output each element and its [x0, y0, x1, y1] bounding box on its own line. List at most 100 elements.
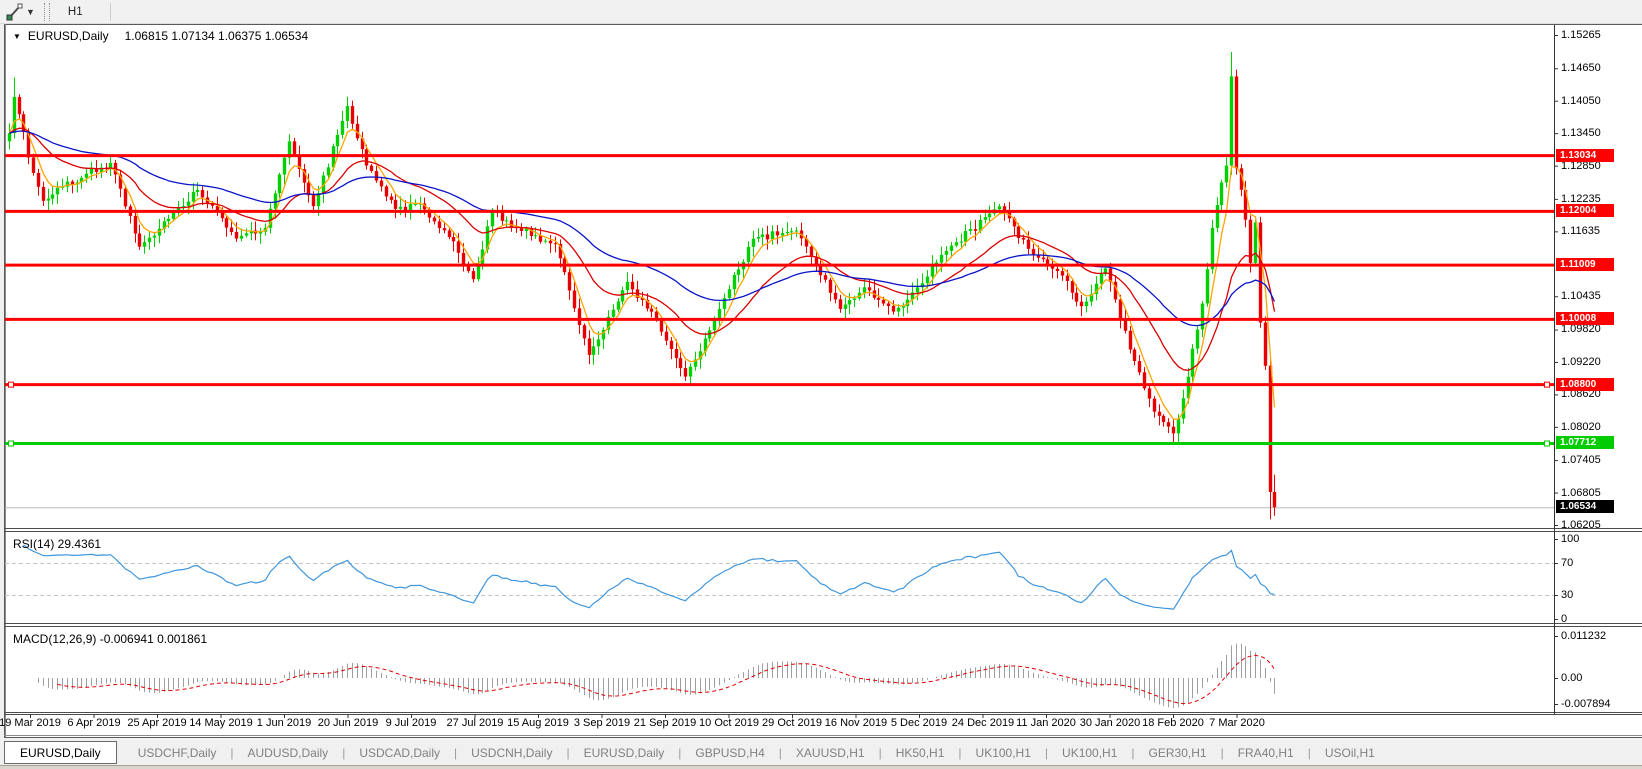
chart-canvas[interactable] [0, 0, 1642, 769]
candle-body [1129, 331, 1132, 350]
candle-body [346, 106, 349, 121]
candle-body [1201, 304, 1204, 330]
candle-body [592, 346, 595, 355]
candle-body [51, 194, 54, 198]
candle-body [1259, 222, 1262, 322]
candle-body [718, 309, 721, 319]
candle-body [192, 192, 195, 202]
candle-body [974, 229, 977, 231]
candle-body [336, 135, 339, 146]
candle-body [501, 213, 504, 221]
candle-body [583, 325, 586, 338]
symbol-tab-7-xauusd-h1[interactable]: XAUUSD,H1 [783, 741, 878, 764]
candle-body [433, 218, 436, 222]
candle-body [660, 319, 663, 331]
candle-body [984, 217, 987, 220]
candle-body [1264, 323, 1267, 366]
symbol-tab-3-usdcad-daily[interactable]: USDCAD,Daily [346, 741, 453, 764]
candle-body [1216, 205, 1219, 228]
candle-body [1056, 269, 1059, 271]
symbol-tab-1-usdchf-daily[interactable]: USDCHF,Daily [125, 741, 230, 764]
candle-body [385, 186, 388, 196]
symbol-tab-6-gbpusd-h4[interactable]: GBPUSD,H4 [682, 741, 777, 764]
candle-body [1177, 419, 1180, 434]
symbol-tab-12-fra40-h1[interactable]: FRA40,H1 [1225, 741, 1307, 764]
candle-body [810, 247, 813, 257]
candle-body [1162, 416, 1165, 422]
candle-body [1148, 388, 1151, 398]
candle-body [786, 232, 789, 233]
candle-body [13, 97, 16, 133]
candle-body [766, 234, 769, 239]
candle-body [472, 271, 475, 279]
level-handle[interactable] [1545, 441, 1550, 446]
candle-body [370, 166, 373, 171]
symbol-tab-10-uk100-h1[interactable]: UK100,H1 [1049, 741, 1130, 764]
candle-body [631, 282, 634, 290]
level-handle[interactable] [9, 441, 14, 446]
candle-body [380, 181, 383, 187]
candle-body [670, 341, 673, 349]
symbol-tab-4-usdcnh-daily[interactable]: USDCNH,Daily [458, 741, 565, 764]
candle-body [399, 207, 402, 209]
candle-body [776, 231, 779, 235]
candle-body [887, 304, 890, 307]
candle-body [733, 275, 736, 289]
candle-body [414, 204, 417, 205]
candle-body [950, 246, 953, 251]
level-handle[interactable] [9, 382, 14, 387]
candle-body [544, 241, 547, 242]
candle-body [955, 242, 958, 245]
candle-body [457, 241, 460, 253]
candle-body [916, 287, 919, 292]
symbol-tab-0-eurusd-daily[interactable]: EURUSD,Daily [4, 741, 117, 764]
candle-body [1133, 350, 1136, 362]
symbol-tab-11-ger30-h1[interactable]: GER30,H1 [1136, 741, 1220, 764]
candle-body [1206, 269, 1209, 303]
candle-body [761, 234, 764, 237]
candle-body [47, 199, 50, 201]
candle-body [650, 309, 653, 312]
symbol-tab-8-hk50-h1[interactable]: HK50,H1 [883, 741, 958, 764]
candle-body [665, 332, 668, 341]
candle-body [196, 190, 199, 192]
candle-body [18, 97, 21, 114]
candle-body [728, 289, 731, 298]
candle-body [844, 305, 847, 309]
candle-body [167, 219, 170, 221]
candle-body [617, 302, 620, 310]
candle-body [839, 299, 842, 309]
candle-body [201, 190, 204, 198]
candle-body [568, 272, 571, 290]
symbol-tab-5-eurusd-daily[interactable]: EURUSD,Daily [571, 741, 678, 764]
candle-body [90, 169, 93, 174]
candle-body [85, 174, 88, 178]
symbol-tab-13-usoil-h1[interactable]: USOil,H1 [1312, 741, 1388, 764]
candle-body [8, 133, 11, 141]
candle-body [1119, 299, 1122, 319]
candle-body [964, 231, 967, 242]
candle-body [1230, 76, 1233, 165]
candle-body [1061, 271, 1064, 276]
candle-body [1191, 349, 1194, 377]
mt4-application: ▼ M1M5M15M30H1H4D1W1MN ▼ EURUSD,Daily 1.… [0, 0, 1642, 769]
candle-body [554, 243, 557, 244]
symbol-tab-9-uk100-h1[interactable]: UK100,H1 [963, 741, 1044, 764]
candle-body [737, 269, 740, 275]
candle-body [931, 265, 934, 276]
candle-body [549, 241, 552, 244]
candle-body [153, 236, 156, 238]
candle-body [148, 238, 151, 243]
candle-body [143, 242, 146, 247]
candle-body [1032, 249, 1035, 255]
candle-body [781, 233, 784, 235]
candle-body [230, 228, 233, 232]
candle-body [771, 231, 774, 239]
candle-body [390, 197, 393, 200]
symbol-tab-2-audusd-daily[interactable]: AUDUSD,Daily [235, 741, 342, 764]
candle-body [824, 275, 827, 280]
level-handle[interactable] [1545, 382, 1550, 387]
candle-body [1085, 302, 1088, 307]
candle-body [240, 236, 243, 239]
candle-body [394, 200, 397, 209]
